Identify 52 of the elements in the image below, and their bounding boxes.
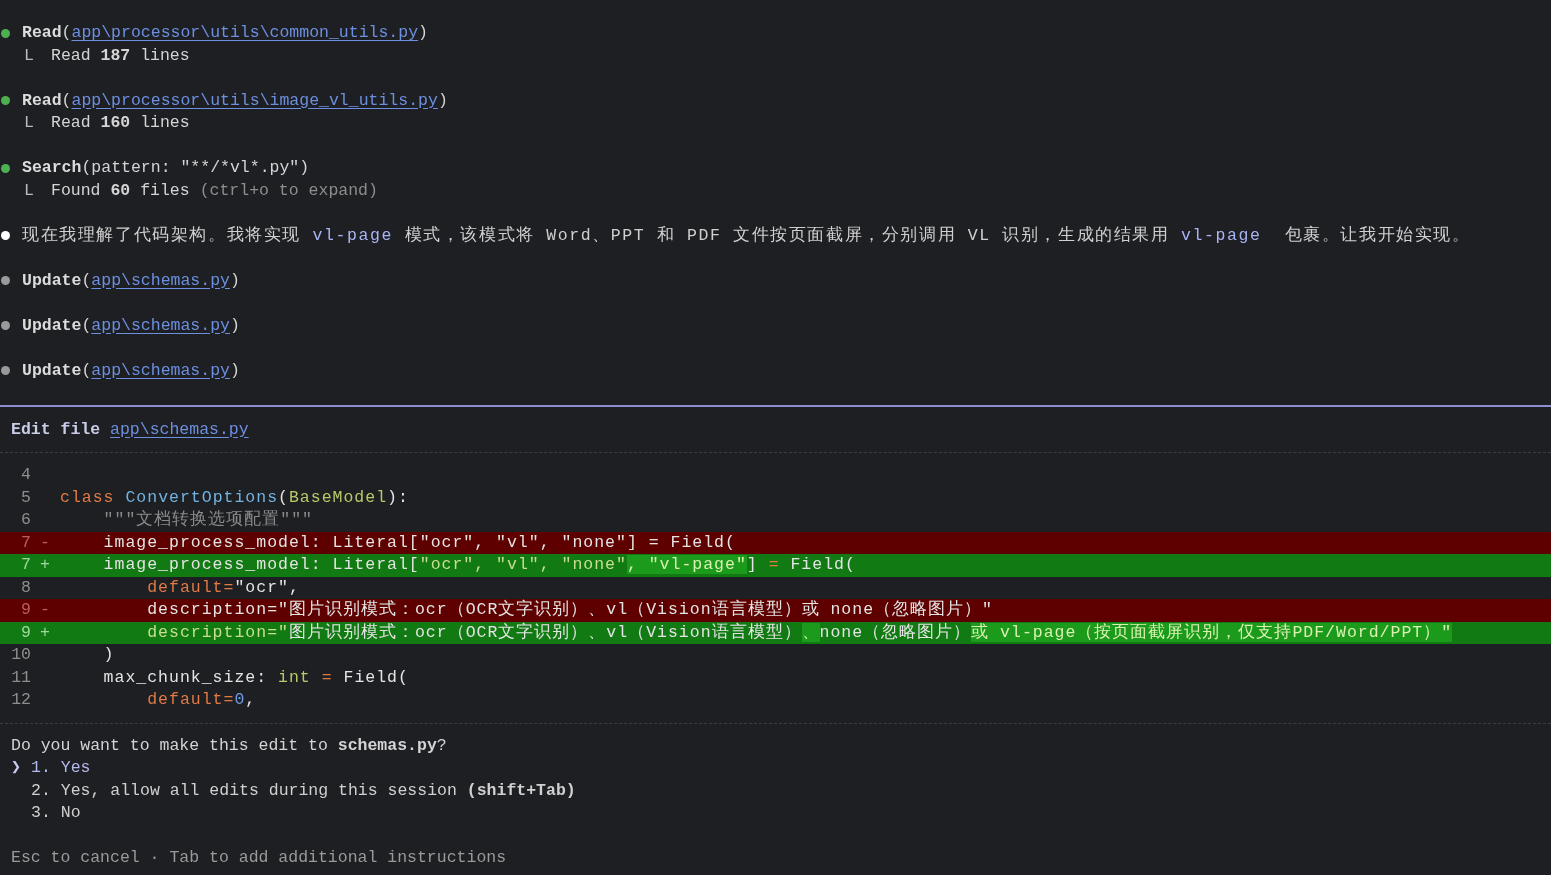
line-number: 9 <box>20 621 31 644</box>
code-line: image_process_model: Literal["ocr", "vl", "none", "vl-page"] = Field( <box>102 554 856 576</box>
file-link[interactable]: app\schemas.py <box>91 315 230 335</box>
diff-sign: - <box>40 600 50 619</box>
branch-glyph: L <box>24 112 35 134</box>
file-link[interactable]: app\processor\utils\common_utils.py <box>71 23 419 42</box>
menu-option[interactable]: 3. No <box>31 802 81 825</box>
line-number: 10 <box>10 644 31 666</box>
code-line: """文档转换选项配置""" <box>102 509 314 531</box>
code-line: default="ocr", <box>146 576 300 599</box>
menu-option[interactable]: 1. Yes <box>31 757 91 780</box>
tool-call: Read(app\processor\utils\image_vl_utils.py) <box>22 89 448 112</box>
file-link[interactable]: app\processor\utils\image_vl_utils.py <box>71 90 438 110</box>
line-number: 6 <box>20 509 31 531</box>
file-link[interactable]: app\schemas.py <box>91 270 230 290</box>
expand-hint: (ctrl+o to expand) <box>199 179 378 202</box>
code-line: image_process_model: Literal["ocr", "vl", "none"] = Field( <box>102 531 736 554</box>
result-text: Read 187 lines <box>51 44 190 67</box>
diff-sign: + <box>40 555 50 574</box>
prompt-question: Do you want to make this edit to schemas.py? <box>11 734 447 757</box>
code-line: ) <box>102 644 115 666</box>
tool-call: Read(app\processor\utils\common_utils.py) <box>22 22 428 44</box>
branch-glyph: L <box>24 179 35 202</box>
tool-call: Update(app\schemas.py) <box>22 359 240 382</box>
line-number: 9 <box>20 599 31 621</box>
code-line: class ConvertOptions(BaseModel): <box>60 486 409 509</box>
file-link[interactable]: app\schemas.py <box>110 419 249 439</box>
line-number: 4 <box>20 464 31 486</box>
line-number: 5 <box>20 486 31 509</box>
result-text: Found 60 files <box>51 179 190 202</box>
code-line: description="图片识别模式：ocr（OCR文字识别）、vl（Vision语言模型）、none（忽略图片）或 vl-page（按页面截屏识别，仅支持PDF/Word/PPT）" <box>146 621 1453 644</box>
line-number: 11 <box>10 666 31 689</box>
tool-call: Update(app\schemas.py) <box>22 269 240 292</box>
tool-call: Update(app\schemas.py) <box>22 314 240 337</box>
line-number: 7 <box>20 531 31 554</box>
result-text: Read 160 lines <box>51 112 190 134</box>
line-number: 7 <box>20 554 31 576</box>
menu-option[interactable]: 2. Yes, allow all edits during this session (shift+Tab) <box>31 779 576 802</box>
tool-call: Search(pattern: "**/*vl*.py") <box>22 157 310 179</box>
line-number: 12 <box>10 689 31 711</box>
file-link[interactable]: app\schemas.py <box>91 360 230 380</box>
diff-sign: + <box>40 622 50 642</box>
code-line: default=0, <box>146 689 257 711</box>
message-text: 现在我理解了代码架构。我将实现 vl-page 模式，该模式将 Word、PPT 和 PDF 文件按页面截屏，分别调用 VL 识别，生成的结果用 vl-page 包裹。让我开始实现。 <box>22 224 1471 247</box>
edit-header: Edit file app\schemas.py <box>10 418 250 441</box>
code-line: description="图片识别模式：ocr（OCR文字识别）、vl（Vision语言模型）或 none（忽略图片）" <box>146 599 993 621</box>
diff-sign: - <box>40 532 50 552</box>
selection-pointer: ❯ <box>11 758 21 777</box>
code-line: max_chunk_size: int = Field( <box>102 666 409 689</box>
line-number: 8 <box>20 576 31 599</box>
footer-hint: Esc to cancel · Tab to add additional instructions <box>11 847 507 869</box>
branch-glyph: L <box>24 44 35 67</box>
